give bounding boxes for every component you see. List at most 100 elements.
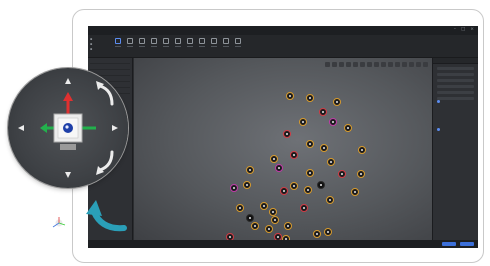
viewport-tool-icon[interactable]: [374, 62, 379, 67]
axis-triad-icon: [52, 217, 66, 228]
viewport-tool-icon[interactable]: [346, 62, 351, 67]
tool-icon: [199, 38, 205, 44]
viewport-tool-icon[interactable]: [325, 62, 330, 67]
target-marker[interactable]: [358, 146, 366, 154]
target-marker[interactable]: [317, 181, 325, 189]
target-marker[interactable]: [357, 170, 365, 178]
tool-button[interactable]: [234, 38, 242, 48]
target-marker[interactable]: [304, 186, 312, 194]
target-marker[interactable]: [269, 208, 277, 216]
tool-icon: [211, 38, 217, 44]
tool-button[interactable]: [162, 38, 170, 48]
target-marker[interactable]: [280, 187, 288, 195]
radio-icon[interactable]: [437, 128, 440, 131]
target-marker[interactable]: [286, 92, 294, 100]
ribbon-mini-icon[interactable]: ▪: [90, 47, 104, 52]
target-marker[interactable]: [236, 204, 244, 212]
viewport-tool-icon[interactable]: [353, 62, 358, 67]
property-field[interactable]: [437, 97, 474, 100]
target-marker[interactable]: [329, 118, 337, 126]
properties-panel: [432, 58, 478, 240]
target-marker[interactable]: [306, 140, 314, 148]
target-marker[interactable]: [230, 184, 238, 192]
target-marker[interactable]: [246, 214, 254, 222]
target-marker[interactable]: [260, 202, 268, 210]
target-marker[interactable]: [251, 222, 259, 230]
arrow-right-icon[interactable]: [112, 125, 118, 131]
viewport-tool-icon[interactable]: [381, 62, 386, 67]
arrow-up-icon[interactable]: [65, 78, 71, 84]
status-button[interactable]: [460, 242, 474, 246]
tool-button[interactable]: [210, 38, 218, 48]
viewport-tool-icon[interactable]: [423, 62, 428, 67]
target-marker[interactable]: [344, 124, 352, 132]
target-marker[interactable]: [338, 170, 346, 178]
tool-button[interactable]: [138, 38, 146, 48]
target-marker[interactable]: [313, 230, 321, 238]
tool-icon: [163, 38, 169, 44]
target-marker[interactable]: [283, 130, 291, 138]
view-cube-icon[interactable]: [53, 113, 83, 143]
viewport-tool-icon[interactable]: [388, 62, 393, 67]
target-marker[interactable]: [270, 155, 278, 163]
cube-shadow: [60, 144, 76, 150]
toolbar-ribbon: ▪ ▪ ▪: [88, 35, 478, 58]
tool-button[interactable]: [198, 38, 206, 48]
rotate-cw-icon[interactable]: [96, 150, 114, 175]
tool-icon: [235, 38, 241, 44]
property-field[interactable]: [437, 73, 474, 76]
tool-button[interactable]: [186, 38, 194, 48]
property-field[interactable]: [437, 67, 474, 70]
target-marker[interactable]: [299, 118, 307, 126]
maximize-icon[interactable]: □: [461, 27, 465, 32]
target-marker[interactable]: [320, 144, 328, 152]
target-marker[interactable]: [265, 225, 273, 233]
target-marker[interactable]: [306, 169, 314, 177]
tool-button[interactable]: [174, 38, 182, 48]
close-icon[interactable]: ×: [470, 27, 474, 32]
tool-button[interactable]: [126, 38, 134, 48]
target-marker[interactable]: [271, 216, 279, 224]
tool-button[interactable]: [150, 38, 158, 48]
viewport-tool-icon[interactable]: [395, 62, 400, 67]
x-axis-arrow-icon: [40, 123, 47, 133]
viewport-tool-icon[interactable]: [339, 62, 344, 67]
window-controls: – □ ×: [454, 27, 474, 32]
rotate-ccw-icon[interactable]: [96, 81, 114, 106]
target-marker[interactable]: [274, 233, 282, 240]
target-marker[interactable]: [246, 166, 254, 174]
target-marker[interactable]: [319, 108, 327, 116]
property-field[interactable]: [437, 79, 474, 82]
minimize-icon[interactable]: –: [454, 27, 456, 32]
property-field[interactable]: [437, 85, 474, 88]
target-marker[interactable]: [290, 151, 298, 159]
viewport-tool-icon[interactable]: [332, 62, 337, 67]
target-marker[interactable]: [300, 204, 308, 212]
target-marker[interactable]: [284, 222, 292, 230]
viewport-tool-icon[interactable]: [367, 62, 372, 67]
target-marker[interactable]: [306, 94, 314, 102]
target-marker[interactable]: [326, 196, 334, 204]
property-field[interactable]: [437, 91, 474, 94]
target-marker[interactable]: [275, 164, 283, 172]
radio-icon[interactable]: [437, 100, 440, 103]
tool-button[interactable]: [114, 38, 122, 48]
tool-button[interactable]: [222, 38, 230, 48]
target-marker[interactable]: [243, 181, 251, 189]
target-marker[interactable]: [333, 98, 341, 106]
target-marker[interactable]: [351, 188, 359, 196]
viewport-tool-icon[interactable]: [409, 62, 414, 67]
viewport-tool-icon[interactable]: [416, 62, 421, 67]
target-marker[interactable]: [290, 182, 298, 190]
target-marker[interactable]: [226, 233, 234, 240]
status-button[interactable]: [442, 242, 456, 246]
target-marker[interactable]: [324, 228, 332, 236]
app-window: – □ × ▪ ▪ ▪: [88, 26, 478, 248]
target-marker[interactable]: [327, 158, 335, 166]
3d-viewport[interactable]: [134, 58, 432, 240]
viewport-tool-icon[interactable]: [402, 62, 407, 67]
viewport-tool-icon[interactable]: [360, 62, 365, 67]
arrow-down-icon[interactable]: [65, 172, 71, 178]
arrow-left-icon[interactable]: [18, 125, 24, 131]
tool-icon: [115, 38, 121, 44]
